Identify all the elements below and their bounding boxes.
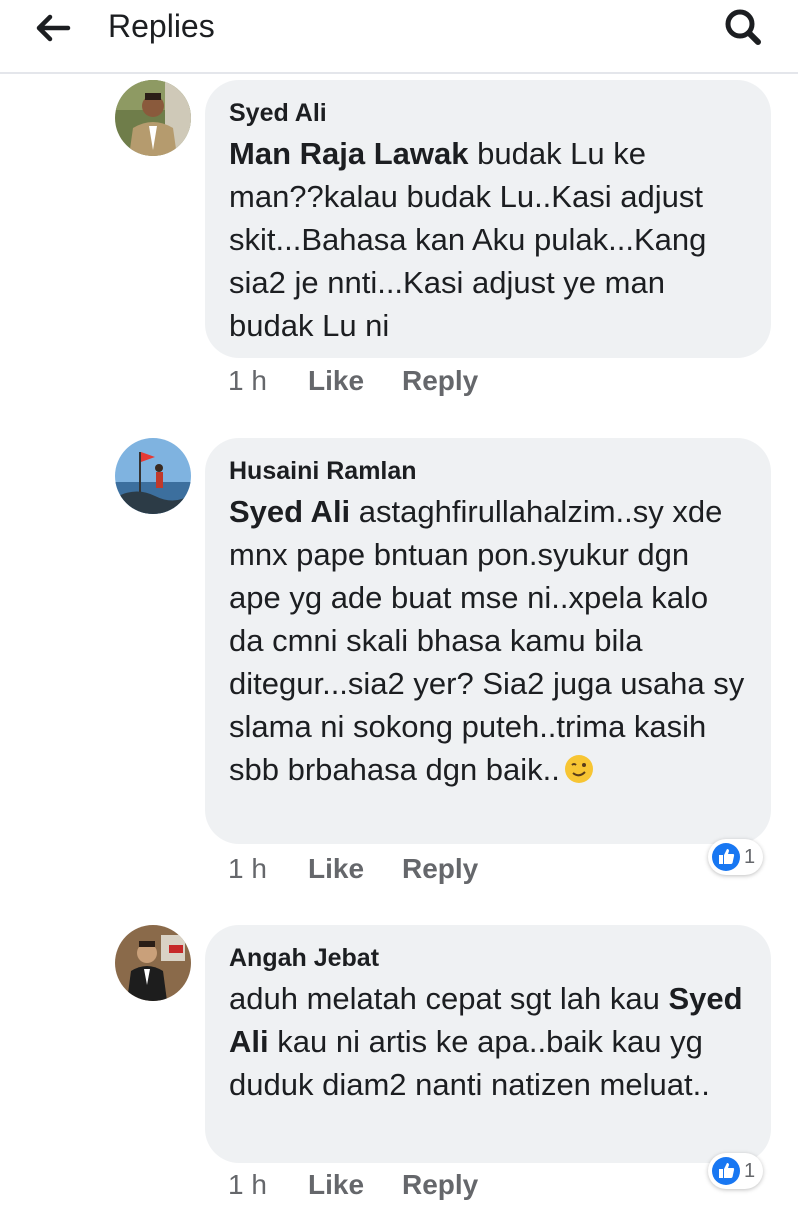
comment-author[interactable]: Husaini Ramlan [229, 454, 417, 488]
comment-author[interactable]: Angah Jebat [229, 941, 379, 975]
back-button[interactable] [28, 8, 78, 48]
comment-text: aduh melatah cepat sgt lah kau Syed Ali … [229, 977, 749, 1106]
page-title: Replies [108, 8, 215, 44]
comment-body: astaghfirullahalzim..sy xde mnx pape bnt… [229, 494, 745, 787]
avatar[interactable] [115, 80, 191, 156]
avatar[interactable] [115, 438, 191, 514]
comment-bubble: Angah Jebat aduh melatah cepat sgt lah k… [205, 925, 771, 1163]
reply-button[interactable]: Reply [402, 1165, 478, 1205]
comment-timestamp: 1 h [228, 853, 267, 884]
like-reaction-icon [712, 1157, 740, 1185]
like-button[interactable]: Like [308, 1165, 364, 1205]
avatar[interactable] [115, 925, 191, 1001]
comment-bubble: Husaini Ramlan Syed Ali astaghfirullahal… [205, 438, 771, 844]
comment-body-start: aduh melatah cepat sgt lah kau [229, 981, 660, 1016]
comment-body: kau ni artis ke apa..baik kau yg duduk d… [229, 1024, 710, 1102]
reaction-badge[interactable]: 1 [708, 1153, 764, 1189]
comment-text: Man Raja Lawak budak Lu ke man??kalau bu… [229, 132, 749, 347]
top-bar: Replies [0, 0, 798, 74]
winking-face-emoji [564, 752, 594, 795]
comment-author[interactable]: Syed Ali [229, 96, 327, 130]
reply-button[interactable]: Reply [402, 849, 478, 889]
mention-link[interactable]: Syed Ali [229, 494, 350, 529]
arrow-left-icon [36, 14, 71, 42]
mention-link[interactable]: Man Raja Lawak [229, 136, 468, 171]
reaction-count: 1 [744, 845, 756, 868]
comment-timestamp: 1 h [228, 365, 267, 396]
like-button[interactable]: Like [308, 361, 364, 401]
search-icon [725, 9, 761, 45]
search-button[interactable] [716, 2, 770, 52]
comment-bubble: Syed Ali Man Raja Lawak budak Lu ke man?… [205, 80, 771, 358]
reply-button[interactable]: Reply [402, 361, 478, 401]
like-reaction-icon [712, 843, 740, 871]
like-button[interactable]: Like [308, 849, 364, 889]
reaction-badge[interactable]: 1 [708, 839, 764, 875]
comment-timestamp: 1 h [228, 1169, 267, 1200]
reaction-count: 1 [744, 1159, 756, 1182]
comment-text: Syed Ali astaghfirullahalzim..sy xde mnx… [229, 490, 749, 795]
